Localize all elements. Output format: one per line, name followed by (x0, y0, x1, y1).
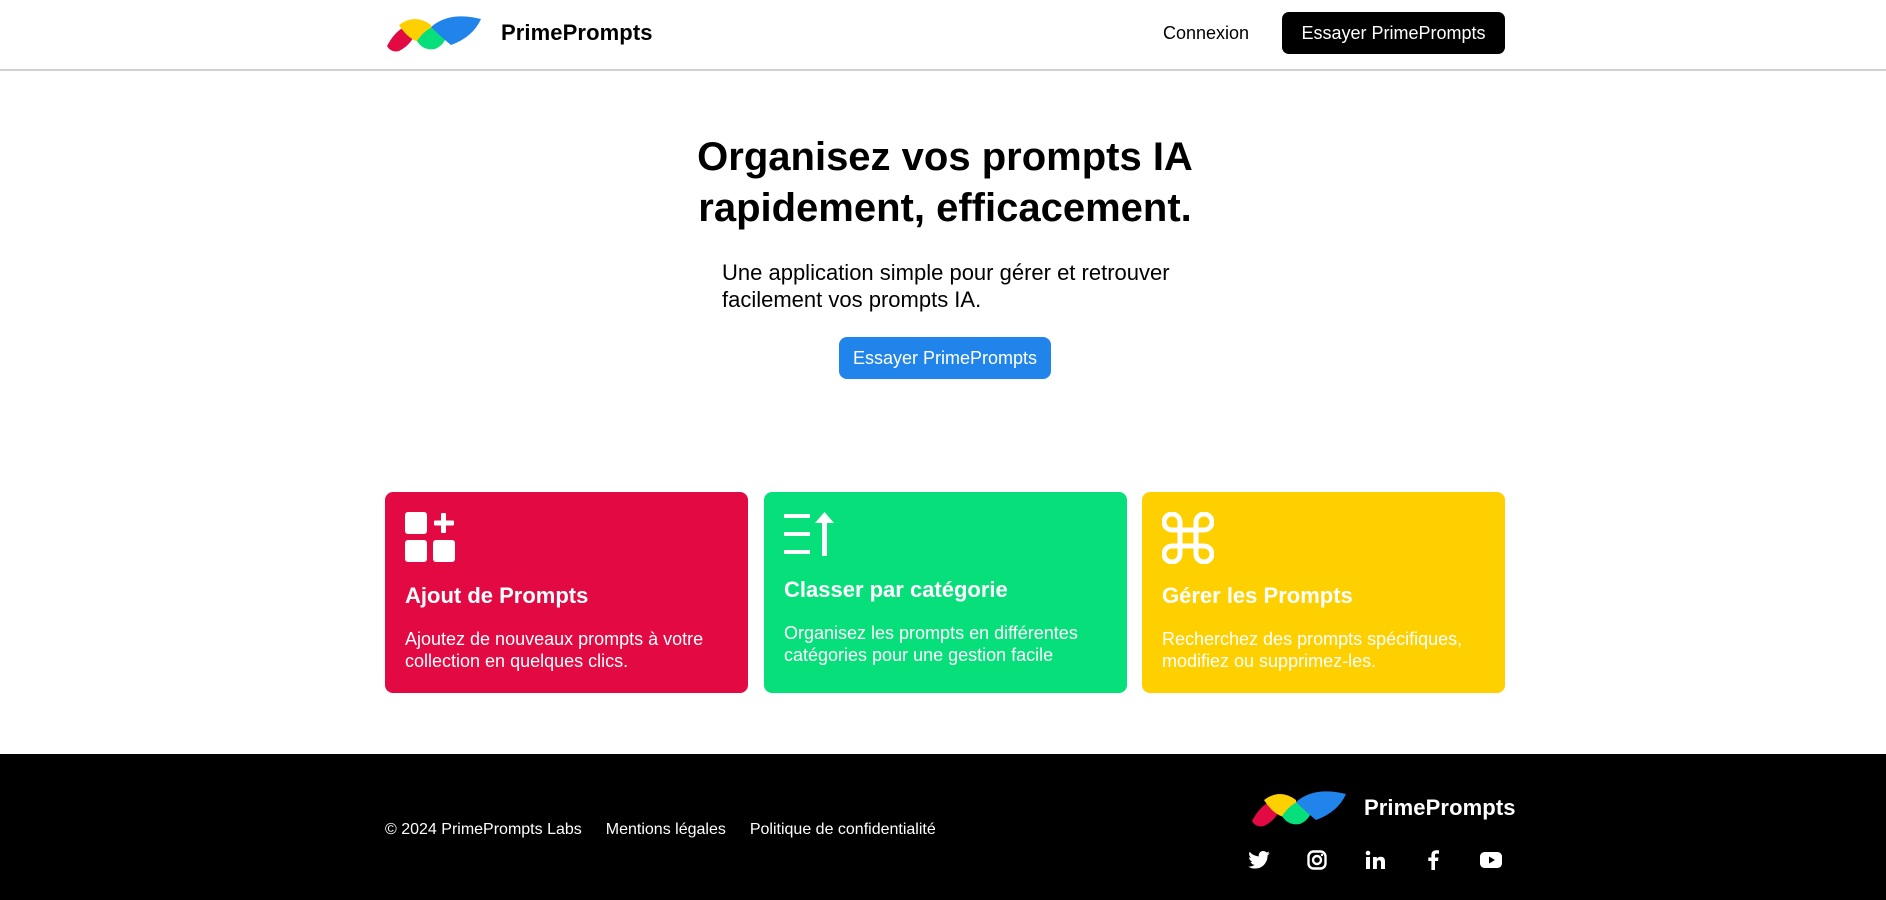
feature-title: Ajout de Prompts (405, 583, 589, 608)
youtube-icon[interactable] (1480, 849, 1502, 871)
command-icon (1162, 512, 1214, 564)
try-primeprompts-header-button[interactable]: Essayer PrimePrompts (1282, 12, 1505, 54)
login-button[interactable]: Connexion (1150, 18, 1262, 48)
twitter-icon[interactable] (1248, 849, 1270, 871)
site-footer: © 2024 PrimePrompts Labs Mentions légale… (0, 754, 1886, 900)
feature-description: Organisez les prompts en différentes cat… (784, 622, 1114, 666)
grid-plus-icon (405, 512, 455, 562)
sort-list-icon (784, 512, 834, 556)
brand-name: PrimePrompts (501, 20, 653, 45)
feature-card-categories: Classer par catégorie Organisez les prom… (764, 492, 1127, 693)
site-header: PrimePrompts Connexion Essayer PrimeProm… (0, 0, 1886, 71)
legal-notice-link[interactable]: Mentions légales (606, 820, 726, 840)
instagram-icon[interactable] (1306, 849, 1328, 871)
footer-links: © 2024 PrimePrompts Labs Mentions légale… (385, 820, 960, 840)
hero-subtitle-line: Une application simple pour gérer et ret… (722, 260, 1170, 285)
hero-subtitle: Une application simple pour gérer et ret… (722, 259, 1182, 313)
feature-description-line: catégories pour une gestion facile (784, 645, 1054, 665)
feature-description: Recherchez des prompts spécifiques, modi… (1162, 628, 1492, 672)
primeprompts-logo-icon (1252, 791, 1346, 827)
facebook-icon[interactable] (1422, 849, 1444, 871)
primeprompts-logo-icon (387, 16, 481, 52)
feature-title: Classer par catégorie (784, 577, 1008, 602)
feature-title: Gérer les Prompts (1162, 583, 1353, 608)
brand-name: PrimePrompts (1364, 795, 1516, 820)
feature-card-manage-prompts: Gérer les Prompts Recherchez des prompts… (1142, 492, 1505, 693)
feature-description-line: Recherchez des prompts spécifiques, (1162, 629, 1463, 649)
footer-brand[interactable]: PrimePrompts (1250, 788, 1516, 828)
linkedin-icon[interactable] (1364, 849, 1386, 871)
brand[interactable]: PrimePrompts (385, 13, 653, 53)
hero-title: Organisez vos prompts IA rapidement, eff… (640, 132, 1250, 234)
social-links (1248, 849, 1502, 871)
privacy-policy-link[interactable]: Politique de confidentialité (750, 820, 936, 840)
feature-description: Ajoutez de nouveaux prompts à votre coll… (405, 628, 735, 672)
hero-subtitle-line: facilement vos prompts IA. (722, 287, 982, 312)
feature-description-line: Ajoutez de nouveaux prompts à votre (405, 629, 704, 649)
hero-title-line: rapidement, efficacement. (698, 186, 1192, 230)
copyright-text: © 2024 PrimePrompts Labs (385, 821, 582, 838)
feature-description-line: modifiez ou supprimez-les. (1162, 651, 1377, 671)
try-primeprompts-hero-button[interactable]: Essayer PrimePrompts (839, 337, 1051, 379)
hero-title-line: Organisez vos prompts IA (697, 135, 1193, 179)
feature-description-line: Organisez les prompts en différentes (784, 623, 1078, 643)
feature-card-add-prompts: Ajout de Prompts Ajoutez de nouveaux pro… (385, 492, 748, 693)
feature-description-line: collection en quelques clics. (405, 651, 629, 671)
